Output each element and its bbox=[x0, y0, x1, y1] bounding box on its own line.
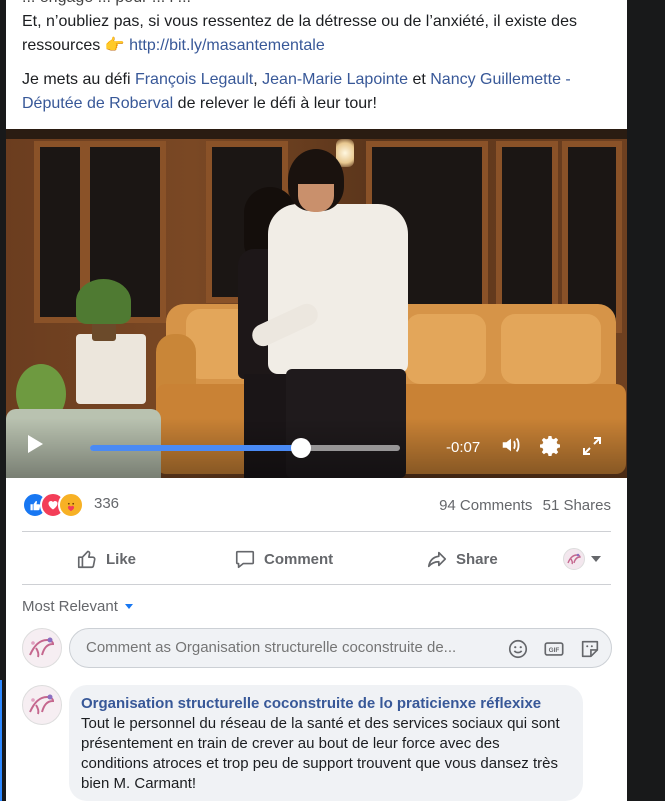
post-text-cut-line: ... engagé ... pour ... l ... bbox=[22, 0, 622, 10]
video-scene-man-shirt bbox=[268, 204, 408, 374]
tag-separator: et bbox=[408, 71, 431, 88]
comment-button[interactable]: Comment bbox=[234, 537, 333, 581]
emoji-icon[interactable] bbox=[507, 638, 529, 660]
tag-jean-marie-lapointe[interactable]: Jean-Marie Lapointe bbox=[262, 71, 408, 88]
video-scene-side-table bbox=[76, 334, 146, 404]
commenter-avatar[interactable] bbox=[22, 685, 62, 725]
video-scene-cushion bbox=[406, 314, 486, 384]
comment-text: Tout le personnel du réseau de la santé … bbox=[81, 715, 560, 792]
video-progress-knob[interactable] bbox=[290, 438, 311, 458]
tag-separator: , bbox=[253, 71, 263, 88]
video-progress-fill bbox=[90, 445, 301, 451]
comment-thread-indicator bbox=[0, 680, 2, 801]
share-arrow-icon bbox=[427, 551, 447, 568]
video-scene-man-face bbox=[298, 184, 334, 212]
divider bbox=[22, 531, 611, 532]
tag-francois-legault[interactable]: François Legault bbox=[135, 71, 253, 88]
comment-author-link[interactable]: Organisation structurelle coconstruite d… bbox=[81, 695, 541, 712]
challenge-prefix: Je mets au défi bbox=[22, 71, 135, 88]
video-scene-cushion bbox=[501, 314, 601, 384]
fullscreen-expand-icon[interactable] bbox=[582, 436, 602, 456]
divider bbox=[22, 584, 611, 585]
care-reaction-icon bbox=[58, 492, 84, 518]
right-dark-edge bbox=[627, 0, 665, 801]
time-remaining: -0:07 bbox=[446, 439, 481, 456]
comment-input-tools: GIF bbox=[507, 638, 601, 660]
post-card: ... engagé ... pour ... l ... Et, n’oubl… bbox=[6, 0, 627, 801]
comments-count-link[interactable]: 94 Comments bbox=[439, 497, 532, 514]
comment-input-box[interactable]: GIF bbox=[69, 628, 612, 668]
play-icon[interactable] bbox=[28, 435, 43, 453]
comment-sort-dropdown[interactable]: Most Relevant bbox=[22, 598, 133, 615]
comment-bubble-icon bbox=[235, 550, 255, 569]
video-controls: -0:07 bbox=[6, 418, 627, 478]
thumbs-up-icon bbox=[77, 550, 96, 569]
page-avatar-small bbox=[563, 548, 585, 570]
comment-sort-label: Most Relevant bbox=[22, 598, 118, 615]
share-label: Share bbox=[456, 550, 498, 568]
post-text-resources: Et, n’oubliez pas, si vous ressentez de … bbox=[22, 10, 622, 58]
post-text-challenge: Je mets au défi François Legault, Jean-M… bbox=[22, 68, 622, 116]
post-as-selector[interactable] bbox=[563, 537, 601, 581]
video-scene-plant bbox=[76, 279, 131, 324]
share-button[interactable]: Share bbox=[426, 537, 498, 581]
chevron-down-icon bbox=[591, 556, 601, 562]
video-progress-track[interactable] bbox=[90, 438, 400, 458]
comment-bubble: Organisation structurelle coconstruite d… bbox=[69, 685, 583, 801]
mental-health-link[interactable]: http://bit.ly/masantementale bbox=[129, 37, 325, 54]
challenge-suffix: de relever le défi à leur tour! bbox=[173, 95, 377, 112]
post-stats: 94 Comments 51 Shares bbox=[433, 497, 611, 514]
gif-icon[interactable]: GIF bbox=[543, 638, 565, 660]
comment-input[interactable] bbox=[84, 638, 498, 657]
chevron-down-icon bbox=[124, 604, 133, 609]
like-button[interactable]: Like bbox=[76, 537, 136, 581]
volume-icon[interactable] bbox=[500, 434, 522, 456]
video-scene-ceiling bbox=[6, 129, 627, 139]
shares-count-link[interactable]: 51 Shares bbox=[543, 497, 611, 514]
video-player[interactable]: -0:07 bbox=[6, 129, 627, 478]
svg-text:GIF: GIF bbox=[549, 647, 560, 654]
gear-icon[interactable] bbox=[539, 434, 563, 458]
like-label: Like bbox=[106, 550, 137, 568]
sticker-icon[interactable] bbox=[579, 638, 601, 660]
comment-label: Comment bbox=[264, 550, 334, 568]
avatar[interactable] bbox=[22, 628, 62, 668]
reaction-count: 336 bbox=[94, 495, 120, 512]
